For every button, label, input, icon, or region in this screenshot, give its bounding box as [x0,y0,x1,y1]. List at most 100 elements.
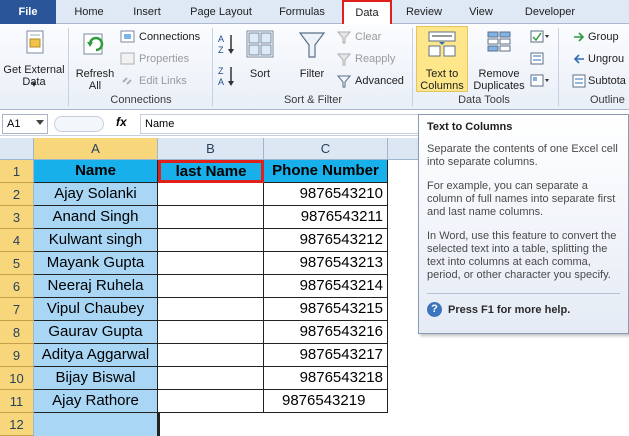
table-cell[interactable]: 9876543214 [264,275,388,298]
tab-developer[interactable]: Developer [514,0,586,24]
refresh-icon [83,33,104,55]
cell-b1[interactable]: last Name [158,160,264,183]
table-cell[interactable]: Gaurav Gupta [34,321,158,344]
group-label-connections: Connections [110,94,172,106]
refresh-all-label: Refresh All [75,68,115,92]
table-cell[interactable]: Anand Singh [34,206,158,229]
edit-links-icon [122,77,132,85]
tab-formulas[interactable]: Formulas [268,0,336,24]
ungroup-button[interactable]: Ungrou [588,52,624,66]
table-cell[interactable]: Mayank Gupta [34,252,158,275]
insert-function-icon[interactable]: fx [116,115,127,129]
row-header[interactable]: 9 [0,344,34,367]
filter-label: Filter [299,68,325,80]
remove-duplicates-button[interactable]: Remove Duplicates [470,28,528,92]
select-all-corner[interactable] [0,138,34,160]
clear-button[interactable]: Clear [355,30,381,44]
sort-az-button[interactable]: AZ [216,32,238,56]
table-cell[interactable] [158,183,264,206]
tab-page-layout[interactable]: Page Layout [182,0,260,24]
table-cell[interactable] [158,206,264,229]
row-header[interactable]: 2 [0,183,34,206]
table-cell[interactable]: 9876543216 [264,321,388,344]
table-cell[interactable]: 9876543211 [264,206,388,229]
table-cell[interactable]: Neeraj Ruhela [34,275,158,298]
sort-button[interactable]: Sort [242,28,278,92]
table-cell[interactable]: 9876543219 [264,390,388,413]
separator [558,28,559,106]
row-header[interactable]: 10 [0,367,34,390]
table-cell[interactable]: Ajay Solanki [34,183,158,206]
tooltip-help-text: Press F1 for more help. [448,303,571,316]
chevron-down-icon[interactable] [36,120,44,126]
advanced-filter-icon [336,75,352,88]
text-to-columns-button[interactable]: Text to Columns [416,28,468,92]
sort-dialog-icon [246,30,274,58]
table-cell[interactable]: 9876543210 [264,183,388,206]
table-cell[interactable]: Aditya Aggarwal [34,344,158,367]
filter-button[interactable]: Filter [292,28,332,92]
table-cell[interactable] [34,413,158,436]
sort-za-button[interactable]: ZA [216,64,238,88]
row-header[interactable]: 7 [0,298,34,321]
tab-view[interactable]: View [458,0,504,24]
table-cell[interactable]: Bijay Biswal [34,367,158,390]
ungroup-icon [573,54,584,64]
row-header[interactable]: 8 [0,321,34,344]
row-header[interactable]: 4 [0,229,34,252]
table-cell[interactable] [158,367,264,390]
cell-c1[interactable]: Phone Number [264,160,388,183]
row-header[interactable]: 3 [0,206,34,229]
cell-a1[interactable]: Name [34,160,158,183]
table-cell[interactable] [158,275,264,298]
row-header[interactable]: 6 [0,275,34,298]
table-cell[interactable]: 9876543213 [264,252,388,275]
table-cell[interactable] [158,344,264,367]
connections-button[interactable]: Connections [139,30,200,44]
subtotal-button[interactable]: Subtota [588,74,626,88]
group-button[interactable]: Group [588,30,619,44]
tooltip-paragraph: Separate the contents of one Excel cell … [427,143,618,168]
table-cell[interactable]: Kulwant singh [34,229,158,252]
row-header[interactable]: 11 [0,390,34,413]
formula-input[interactable]: Name [140,114,420,134]
table-cell[interactable] [158,413,264,436]
table-cell[interactable] [158,390,264,413]
reapply-button[interactable]: Reapply [355,52,395,66]
row-header[interactable]: 5 [0,252,34,275]
table-cell[interactable]: 9876543212 [264,229,388,252]
table-cell[interactable]: 9876543215 [264,298,388,321]
table-cell[interactable] [158,252,264,275]
external-data-icon [26,30,44,54]
column-header-b[interactable]: B [158,138,264,160]
tab-insert[interactable]: Insert [120,0,174,24]
tooltip-paragraph: For example, you can separate a column o… [427,180,616,218]
group-label-outline: Outline [590,94,625,106]
advanced-button[interactable]: Advanced [355,74,404,88]
table-cell[interactable]: 9876543218 [264,367,388,390]
get-external-data-button[interactable]: Get External Data ▾ [2,28,66,92]
row-header[interactable]: 1 [0,160,34,183]
tab-data[interactable]: Data [342,0,392,24]
svg-text:A: A [218,77,224,87]
properties-button[interactable]: Properties [139,52,189,66]
refresh-all-button[interactable]: Refresh All [72,28,118,92]
tab-home[interactable]: Home [66,0,112,24]
tooltip-paragraph: In Word, use this feature to convert the… [427,230,617,281]
table-cell[interactable]: 9876543217 [264,344,388,367]
table-cell[interactable] [158,298,264,321]
table-cell[interactable] [158,321,264,344]
column-header-c[interactable]: C [264,138,388,160]
table-cell[interactable] [158,229,264,252]
column-header-a[interactable]: A [34,138,158,160]
tab-review[interactable]: Review [398,0,450,24]
formula-bar-splitter[interactable] [54,116,104,132]
edit-links-button[interactable]: Edit Links [139,74,187,88]
table-cell[interactable]: Ajay Rathore [34,390,158,413]
tooltip-title: Text to Columns [427,121,513,133]
tab-file[interactable]: File [0,0,56,24]
column-header-d[interactable] [388,138,418,160]
table-cell[interactable]: Vipul Chaubey [34,298,158,321]
row-header[interactable]: 12 [0,413,34,436]
group-label-sort-filter: Sort & Filter [283,94,343,106]
